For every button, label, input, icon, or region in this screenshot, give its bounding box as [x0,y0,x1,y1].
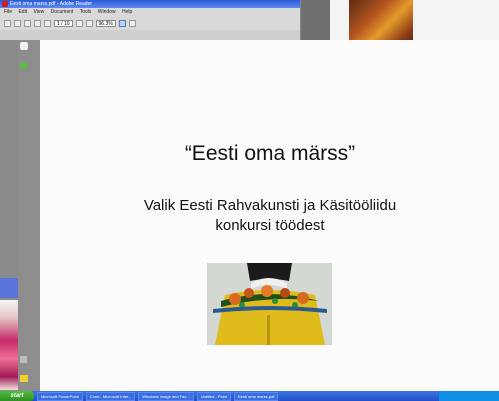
task-item[interactable]: Corel - Microsoft Inter... [85,391,136,401]
task-item[interactable]: Eesti oma marss.pdf [233,391,279,401]
print-icon[interactable] [14,19,21,27]
zoom-out-icon[interactable] [75,19,83,27]
menu-help[interactable]: Help [122,9,132,15]
find-icon[interactable] [128,19,136,27]
next-page-icon[interactable] [44,19,51,27]
reader-menu-bar: File Edit View Document Tools Window Hel… [0,8,300,16]
fit-page-icon[interactable] [118,19,126,27]
reader-title: Eesti oma marss.pdf - Adobe Reader [10,1,92,7]
attachments-icon[interactable] [20,356,27,363]
left-background-photo [0,300,18,390]
save-icon[interactable] [4,19,11,27]
bag-photo [207,263,332,345]
task-item[interactable]: Windows Image and Fax... [138,391,194,401]
slide-subtitle: Valik Eesti Rahvakunsti ja Käsitööliidu … [40,196,499,236]
reader-title-bar: Eesti oma marss.pdf - Adobe Reader [0,0,300,8]
embroidered-bag-image [207,263,332,345]
reader-toolbar: 1 / 10 96.3% [0,16,300,30]
search-icon[interactable] [24,19,31,27]
menu-document[interactable]: Document [51,9,74,15]
pdf-reader-window: Eesti oma marss.pdf - Adobe Reader File … [0,0,301,40]
system-tray [439,391,499,401]
adobe-reader-icon [2,1,8,7]
menu-edit[interactable]: Edit [18,9,27,15]
menu-file[interactable]: File [4,9,12,15]
menu-view[interactable]: View [33,9,44,15]
previous-page-icon[interactable] [34,19,41,27]
pdf-page: “Eesti oma märss” Valik Eesti Rahvakunst… [40,40,499,391]
bookmarks-icon[interactable] [20,62,27,69]
start-button[interactable]: start [0,391,34,401]
comments-icon[interactable] [20,375,28,382]
task-item[interactable]: Untitled - Paint [196,391,231,401]
slide-title: “Eesti oma märss” [184,142,356,165]
slide-subtitle-line-1: Valik Eesti Rahvakunsti ja Käsitööliidu [143,197,397,214]
menu-window[interactable]: Window [98,9,116,15]
slide-subtitle-line-2: konkursi töödest [215,217,325,234]
reader-secondary-toolbar [0,30,300,40]
task-item[interactable]: Microsoft PowerPoint [37,391,83,401]
pages-icon[interactable] [20,42,28,50]
page-number-field[interactable]: 1 / 10 [54,19,73,27]
left-background-window [0,278,18,298]
zoom-in-icon[interactable] [85,19,93,27]
zoom-level-field[interactable]: 96.3% [95,19,116,27]
navigation-pane [18,40,40,391]
menu-tools[interactable]: Tools [80,9,92,15]
taskbar: start Microsoft PowerPoint Corel - Micro… [0,391,499,401]
